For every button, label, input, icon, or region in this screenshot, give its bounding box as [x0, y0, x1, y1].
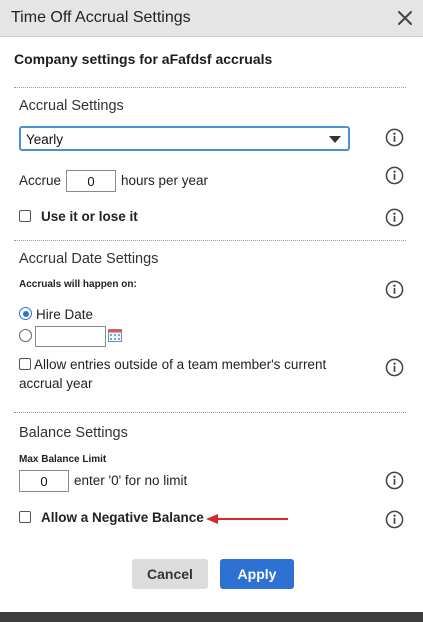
accrue-suffix: hours per year [121, 173, 209, 188]
use-it-or-lose-it-checkbox[interactable] [19, 210, 31, 222]
accrual-date-settings-heading: Accrual Date Settings [19, 251, 159, 267]
accrual-frequency-value: Yearly [26, 132, 64, 147]
allow-entries-label-line1: Allow entries outside of a team member's… [34, 357, 327, 372]
custom-date-input[interactable] [35, 326, 106, 347]
info-icon[interactable] [385, 128, 404, 147]
divider [14, 240, 406, 241]
chevron-down-icon [329, 136, 341, 143]
use-it-or-lose-it-label: Use it or lose it [41, 209, 138, 224]
allow-negative-balance-checkbox[interactable] [19, 511, 31, 523]
balance-settings-heading: Balance Settings [19, 425, 128, 441]
accrue-hours-input[interactable] [66, 170, 116, 192]
dialog-titlebar: Time Off Accrual Settings [0, 0, 423, 37]
cancel-button[interactable]: Cancel [132, 559, 208, 589]
info-icon[interactable] [385, 358, 404, 377]
info-icon[interactable] [385, 208, 404, 227]
accrual-settings-dialog: Time Off Accrual Settings Company settin… [0, 0, 423, 622]
calendar-icon[interactable] [108, 328, 122, 342]
dialog-subtitle: Company settings for aFafdsf accruals [14, 51, 273, 67]
apply-button[interactable]: Apply [220, 559, 294, 589]
dialog-title: Time Off Accrual Settings [11, 9, 191, 26]
accrue-label: Accrue [19, 173, 62, 188]
accruals-happen-on-label: Accruals will happen on: [19, 279, 137, 290]
divider [14, 87, 406, 88]
allow-negative-balance-label: Allow a Negative Balance [41, 510, 204, 525]
custom-date-radio[interactable] [19, 329, 32, 342]
max-balance-input[interactable] [19, 470, 69, 492]
allow-entries-checkbox[interactable] [19, 358, 31, 370]
max-balance-limit-label: Max Balance Limit [19, 454, 107, 465]
hire-date-label: Hire Date [36, 307, 94, 322]
hire-date-radio[interactable] [19, 307, 32, 320]
red-arrow-annotation [206, 512, 290, 524]
page-bottom-bar [0, 612, 423, 622]
max-balance-hint: enter '0' for no limit [74, 473, 188, 488]
info-icon[interactable] [385, 166, 404, 185]
info-icon[interactable] [385, 471, 404, 490]
close-icon[interactable] [395, 8, 415, 28]
allow-entries-label-line2: accrual year [19, 376, 93, 391]
info-icon[interactable] [385, 510, 404, 529]
accrual-settings-heading: Accrual Settings [19, 98, 124, 114]
accrual-frequency-select[interactable]: Yearly [19, 126, 350, 151]
info-icon[interactable] [385, 280, 404, 299]
divider [14, 412, 406, 413]
